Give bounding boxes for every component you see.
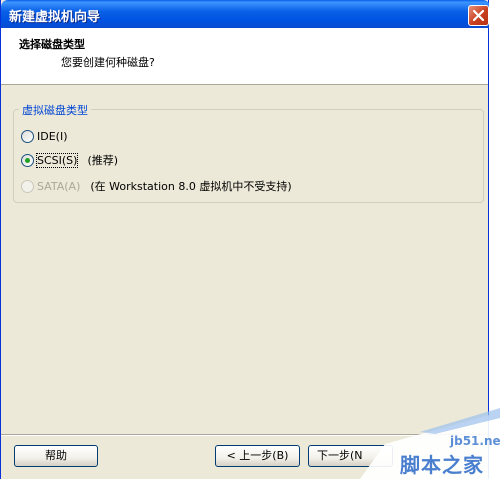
ide-option-label[interactable]: IDE(I) <box>37 130 68 143</box>
watermark-url: jb51.net <box>450 434 500 448</box>
watermark-site-name: 脚本之家 <box>400 453 484 477</box>
page-subtitle: 您要创建何种磁盘? <box>61 56 155 69</box>
sata-radio-button <box>21 179 34 193</box>
sata-option-label: SATA(A) <box>37 179 81 193</box>
close-button[interactable] <box>468 5 489 26</box>
help-button[interactable]: 帮助 <box>14 445 98 467</box>
page-title: 选择磁盘类型 <box>19 38 85 51</box>
scsi-option-label[interactable]: SCSI(S) <box>35 152 79 168</box>
window-title: 新建虚拟机向导 <box>9 10 101 25</box>
radio-option-ide[interactable]: IDE(I) <box>21 128 68 144</box>
radio-option-sata: SATA(A) (在 Workstation 8.0 虚拟机中不受支持) <box>21 178 292 194</box>
ide-radio-button[interactable] <box>21 129 34 143</box>
close-icon <box>473 10 484 21</box>
wizard-header: 选择磁盘类型 您要创建何种磁盘? <box>1 28 488 85</box>
site-watermark: jb51.net 脚本之家 <box>360 404 500 479</box>
disk-type-group-label: 虚拟磁盘类型 <box>19 102 91 118</box>
sata-unsupported-note: (在 Workstation 8.0 虚拟机中不受支持) <box>90 180 292 193</box>
title-bar[interactable]: 新建虚拟机向导 <box>1 0 490 28</box>
scsi-radio-button[interactable] <box>21 153 34 167</box>
scsi-recommended-note: (推荐) <box>87 154 119 167</box>
back-button[interactable]: < 上一步(B) <box>215 445 300 467</box>
radio-option-scsi[interactable]: SCSI(S) (推荐) <box>21 152 118 168</box>
